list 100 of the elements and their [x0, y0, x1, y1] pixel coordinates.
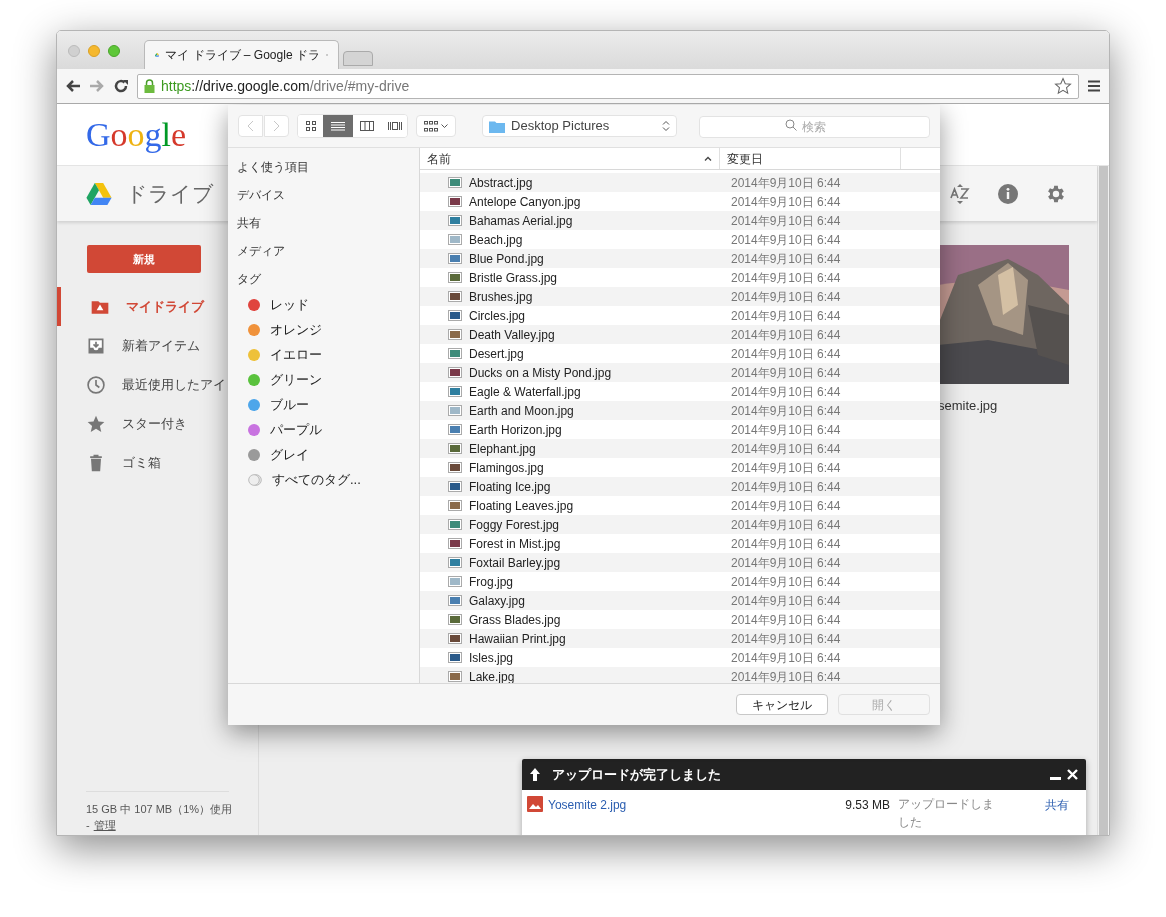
- image-thumbnail-icon: [448, 671, 462, 682]
- file-row[interactable]: Abstract.jpg 2014年9月10日 6:44: [420, 173, 940, 192]
- column-header[interactable]: 変更日: [720, 148, 901, 169]
- file-name: Forest in Mist.jpg: [469, 535, 561, 553]
- image-thumbnail-icon: [448, 310, 462, 321]
- all-tags-icon: [248, 474, 262, 486]
- arrange-button[interactable]: [416, 115, 457, 137]
- image-thumbnail-icon: [448, 405, 462, 416]
- lock-icon: [144, 79, 155, 93]
- folder-icon: [489, 119, 506, 133]
- file-row[interactable]: Earth and Moon.jpg 2014年9月10日 6:44: [420, 401, 940, 420]
- modified-date: 2014年9月10日 6:44: [730, 345, 841, 363]
- upload-arrow-icon: [530, 768, 540, 781]
- image-thumbnail-icon: [448, 291, 462, 302]
- reload-icon[interactable]: [113, 78, 129, 94]
- image-thumbnail-icon: [448, 652, 462, 663]
- modified-date: 2014年9月10日 6:44: [730, 649, 841, 667]
- modified-date: 2014年9月10日 6:44: [730, 459, 841, 477]
- uploaded-file-link[interactable]: Yosemite 2.jpg: [548, 796, 798, 814]
- modified-date: 2014年9月10日 6:44: [730, 668, 841, 683]
- close-icon[interactable]: [1067, 769, 1078, 780]
- image-thumbnail-icon: [448, 538, 462, 549]
- file-row[interactable]: Brushes.jpg 2014年9月10日 6:44: [420, 287, 940, 306]
- file-row[interactable]: Floating Ice.jpg 2014年9月10日 6:44: [420, 477, 940, 496]
- modified-date: 2014年9月10日 6:44: [730, 364, 841, 382]
- modified-date: 2014年9月10日 6:44: [730, 611, 841, 629]
- url-text: https://drive.google.com/drive/#my-drive: [161, 76, 410, 96]
- share-link[interactable]: 共有: [1045, 796, 1069, 814]
- tab-title: マイ ドライブ – Google ドラ: [165, 47, 320, 64]
- bookmark-star-icon[interactable]: [1054, 77, 1072, 95]
- file-row[interactable]: Ducks on a Misty Pond.jpg 2014年9月10日 6:44: [420, 363, 940, 382]
- modified-date: 2014年9月10日 6:44: [730, 174, 841, 192]
- file-name: Death Valley.jpg: [469, 326, 555, 344]
- file-row[interactable]: Foggy Forest.jpg 2014年9月10日 6:44: [420, 515, 940, 534]
- file-row[interactable]: Hawaiian Print.jpg 2014年9月10日 6:44: [420, 629, 940, 648]
- image-thumbnail-icon: [448, 443, 462, 454]
- scrollbar-thumb[interactable]: [1099, 166, 1108, 835]
- file-name: Eagle & Waterfall.jpg: [469, 383, 581, 401]
- manage-link[interactable]: 管理: [93, 817, 116, 833]
- arrange-grid-icon: [424, 120, 439, 132]
- file-name: Foxtail Barley.jpg: [469, 554, 561, 572]
- modified-date: 2014年9月10日 6:44: [730, 592, 841, 610]
- browser-tab[interactable]: マイ ドライブ – Google ドラ: [144, 40, 339, 69]
- file-row[interactable]: Bahamas Aerial.jpg 2014年9月10日 6:44: [420, 211, 940, 230]
- file-name: Isles.jpg: [469, 649, 514, 667]
- clock-icon: [86, 374, 106, 395]
- modified-date: 2014年9月10日 6:44: [730, 250, 841, 268]
- file-name: Grass Blades.jpg: [469, 611, 561, 629]
- search-field[interactable]: 検索: [699, 116, 930, 138]
- address-bar[interactable]: https://drive.google.com/drive/#my-drive: [137, 73, 1079, 99]
- sidebar-section-heading: メディア: [237, 243, 286, 260]
- file-size: 9.53 MB: [844, 797, 890, 814]
- file-row[interactable]: Foxtail Barley.jpg 2014年9月10日 6:44: [420, 553, 940, 572]
- sidebar-section-heading: 共有: [237, 215, 262, 232]
- file-row[interactable]: Blue Pond.jpg 2014年9月10日 6:44: [420, 249, 940, 268]
- modified-date: 2014年9月10日 6:44: [730, 383, 841, 401]
- upload-title: アップロードが完了しました: [552, 765, 721, 784]
- file-name: Galaxy.jpg: [469, 592, 525, 610]
- image-thumbnail-icon: [448, 595, 462, 606]
- dialog-button[interactable]: キャンセル: [736, 694, 828, 715]
- file-row[interactable]: Death Valley.jpg 2014年9月10日 6:44: [420, 325, 940, 344]
- list-icon: [330, 120, 347, 132]
- back-arrow-icon[interactable]: [65, 79, 81, 93]
- file-name: Earth and Moon.jpg: [469, 402, 574, 420]
- image-thumbnail-icon: [448, 329, 462, 340]
- file-row[interactable]: Lake.jpg 2014年9月10日 6:44: [420, 667, 940, 683]
- info-icon[interactable]: [997, 182, 1019, 205]
- image-thumbnail-icon: [448, 215, 462, 226]
- image-thumbnail-icon: [448, 519, 462, 530]
- file-name: Lake.jpg: [469, 668, 515, 683]
- view-mode-button[interactable]: [323, 115, 353, 137]
- file-name: Elephant.jpg: [469, 440, 536, 458]
- columns-icon: [359, 120, 376, 132]
- file-name: Bristle Grass.jpg: [469, 269, 558, 287]
- file-row[interactable]: Galaxy.jpg 2014年9月10日 6:44: [420, 591, 940, 610]
- column-header[interactable]: 名前: [420, 148, 720, 169]
- location-popup[interactable]: Desktop Pictures: [482, 115, 677, 137]
- menu-icon[interactable]: [1087, 79, 1101, 93]
- modified-date: 2014年9月10日 6:44: [730, 231, 841, 249]
- modified-date: 2014年9月10日 6:44: [730, 421, 841, 439]
- image-thumbnail-icon: [448, 272, 462, 283]
- image-thumbnail-icon: [448, 348, 462, 359]
- modified-date: 2014年9月10日 6:44: [730, 573, 841, 591]
- image-thumbnail-icon: [448, 424, 462, 435]
- new-button[interactable]: 新規: [87, 245, 201, 273]
- sort-icon[interactable]: [949, 182, 971, 205]
- file-name: Blue Pond.jpg: [469, 250, 544, 268]
- up-down-caret-icon: [662, 120, 670, 132]
- file-name: Flamingos.jpg: [469, 459, 544, 477]
- file-name: Floating Leaves.jpg: [469, 497, 574, 515]
- modified-date: 2014年9月10日 6:44: [730, 212, 841, 230]
- image-thumbnail-icon: [448, 576, 462, 587]
- file-name: Antelope Canyon.jpg: [469, 193, 581, 211]
- image-thumbnail-icon: [448, 462, 462, 473]
- file-name: Bahamas Aerial.jpg: [469, 212, 573, 230]
- modified-date: 2014年9月10日 6:44: [730, 307, 841, 325]
- view-mode-segmented-control[interactable]: [297, 114, 409, 138]
- storage-usage: 15 GB 中 107 MB（1%）使用: [86, 802, 229, 817]
- file-row[interactable]: Elephant.jpg 2014年9月10日 6:44: [420, 439, 940, 458]
- cover-flow-icon: [386, 120, 403, 132]
